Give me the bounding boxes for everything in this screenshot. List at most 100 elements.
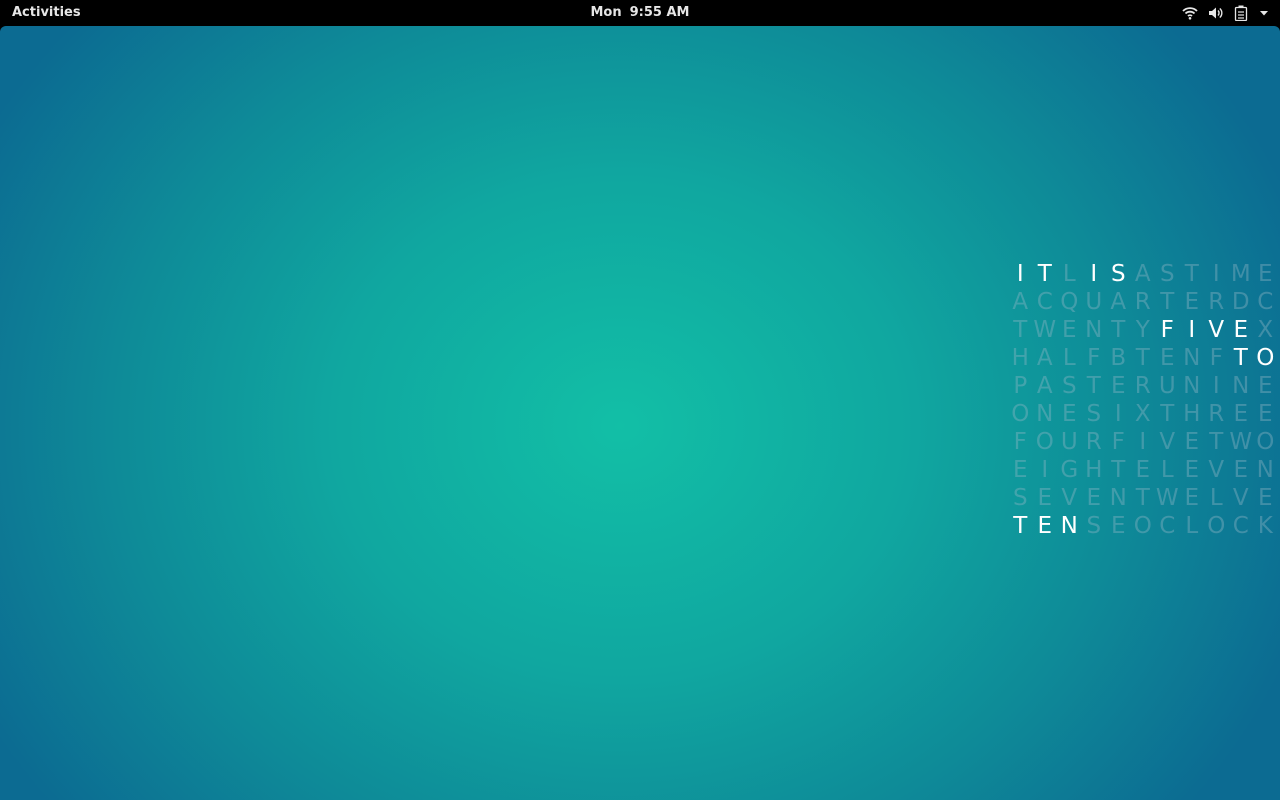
word-clock-letter: S xyxy=(1159,261,1175,287)
word-clock-row: SEVENTWELVE xyxy=(1008,484,1280,512)
word-clock-letter: Y xyxy=(1135,317,1150,343)
word-clock-letter: V xyxy=(1208,317,1225,343)
word-clock-widget: ITLISASTIMEACQUARTERDCTWENTYFIVEXHALFBTE… xyxy=(1008,260,1280,540)
top-bar: Activities Mon 9:55 AM xyxy=(0,0,1280,26)
word-clock-letter: O xyxy=(1133,513,1152,539)
word-clock-letter: H xyxy=(1183,401,1201,427)
word-clock-letter: I xyxy=(1139,429,1147,455)
word-clock-letter: D xyxy=(1231,289,1250,315)
word-clock-letter: K xyxy=(1257,513,1273,539)
battery-icon[interactable] xyxy=(1234,5,1248,21)
word-clock-letter: E xyxy=(1184,289,1200,315)
word-clock-letter: E xyxy=(1037,485,1053,511)
word-clock-letter: N xyxy=(1256,457,1274,483)
word-clock-letter: E xyxy=(1233,457,1249,483)
chevron-down-icon[interactable] xyxy=(1258,7,1270,19)
word-clock-letter: U xyxy=(1060,429,1078,455)
word-clock-letter: I xyxy=(1041,457,1049,483)
word-clock-row: PASTERUNINE xyxy=(1008,372,1280,400)
word-clock-letter: N xyxy=(1232,373,1250,399)
word-clock-row: FOURFIVETWO xyxy=(1008,428,1280,456)
word-clock-letter: R xyxy=(1134,373,1151,399)
volume-icon[interactable] xyxy=(1208,6,1224,20)
word-clock-letter: N xyxy=(1085,317,1103,343)
word-clock-letter: A xyxy=(1012,289,1029,315)
word-clock-letter: T xyxy=(1184,261,1199,287)
word-clock-letter: E xyxy=(1061,317,1077,343)
word-clock-letter: B xyxy=(1110,345,1127,371)
word-clock-row: TENSEOCLOCK xyxy=(1008,512,1280,540)
word-clock-letter: L xyxy=(1185,513,1199,539)
word-clock-letter: M xyxy=(1230,261,1251,287)
word-clock-letter: T xyxy=(1160,289,1175,315)
word-clock-letter: N xyxy=(1183,373,1201,399)
word-clock-letter: W xyxy=(1033,317,1057,343)
clock-time: 9:55 AM xyxy=(629,5,690,20)
word-clock-letter: E xyxy=(1257,485,1273,511)
word-clock-letter: T xyxy=(1013,513,1028,539)
word-clock-letter: F xyxy=(1087,345,1101,371)
word-clock-letter: C xyxy=(1232,513,1249,539)
word-clock-letter: R xyxy=(1134,289,1151,315)
wifi-icon[interactable] xyxy=(1182,6,1198,20)
word-clock-letter: A xyxy=(1036,373,1053,399)
word-clock-row: EIGHTELEVEN xyxy=(1008,456,1280,484)
word-clock-letter: L xyxy=(1209,485,1223,511)
word-clock-row: HALFBTENFTO xyxy=(1008,344,1280,372)
word-clock-letter: T xyxy=(1037,261,1052,287)
word-clock-letter: C xyxy=(1159,513,1176,539)
word-clock-letter: T xyxy=(1209,429,1224,455)
word-clock-letter: O xyxy=(1035,429,1054,455)
system-tray[interactable] xyxy=(1182,0,1270,26)
word-clock-letter: N xyxy=(1109,485,1127,511)
word-clock-letter: T xyxy=(1135,345,1150,371)
word-clock-letter: S xyxy=(1012,485,1028,511)
word-clock-letter: N xyxy=(1060,513,1078,539)
word-clock-letter: H xyxy=(1011,345,1029,371)
word-clock-letter: N xyxy=(1036,401,1054,427)
word-clock-letter: L xyxy=(1160,457,1174,483)
word-clock-letter: P xyxy=(1013,373,1028,399)
word-clock-letter: O xyxy=(1011,401,1030,427)
word-clock-letter: X xyxy=(1257,317,1274,343)
word-clock-letter: X xyxy=(1134,401,1151,427)
word-clock-letter: E xyxy=(1184,429,1200,455)
word-clock-letter: F xyxy=(1111,429,1125,455)
activities-button[interactable]: Activities xyxy=(12,0,81,26)
word-clock-letter: E xyxy=(1159,345,1175,371)
word-clock-letter: E xyxy=(1257,373,1273,399)
word-clock-letter: L xyxy=(1062,261,1076,287)
word-clock-letter: V xyxy=(1208,457,1225,483)
word-clock-letter: E xyxy=(1037,513,1053,539)
word-clock-letter: E xyxy=(1086,485,1102,511)
word-clock-letter: E xyxy=(1184,485,1200,511)
word-clock-letter: E xyxy=(1135,457,1151,483)
word-clock-row: ONESIXTHREE xyxy=(1008,400,1280,428)
word-clock-letter: I xyxy=(1114,401,1122,427)
word-clock-letter: V xyxy=(1061,485,1078,511)
word-clock-letter: I xyxy=(1212,373,1220,399)
word-clock-row: ACQUARTERDC xyxy=(1008,288,1280,316)
word-clock-letter: I xyxy=(1212,261,1220,287)
word-clock-letter: A xyxy=(1134,261,1151,287)
word-clock-letter: V xyxy=(1159,429,1176,455)
word-clock-row: TWENTYFIVEX xyxy=(1008,316,1280,344)
word-clock-letter: Q xyxy=(1060,289,1079,315)
word-clock-letter: E xyxy=(1257,261,1273,287)
word-clock-letter: O xyxy=(1207,513,1226,539)
word-clock-letter: S xyxy=(1086,513,1102,539)
word-clock-letter: W xyxy=(1155,485,1179,511)
word-clock-letter: T xyxy=(1013,317,1028,343)
word-clock-letter: T xyxy=(1111,457,1126,483)
word-clock-letter: E xyxy=(1110,373,1126,399)
clock-button[interactable]: Mon 9:55 AM xyxy=(591,5,690,20)
word-clock-letter: E xyxy=(1184,457,1200,483)
word-clock-letter: L xyxy=(1062,345,1076,371)
word-clock-letter: E xyxy=(1110,513,1126,539)
desktop-background: ITLISASTIMEACQUARTERDCTWENTYFIVEXHALFBTE… xyxy=(0,26,1280,800)
word-clock-letter: N xyxy=(1183,345,1201,371)
word-clock-letter: T xyxy=(1111,317,1126,343)
word-clock-letter: E xyxy=(1257,401,1273,427)
word-clock-letter: T xyxy=(1160,401,1175,427)
word-clock-letter: F xyxy=(1013,429,1027,455)
